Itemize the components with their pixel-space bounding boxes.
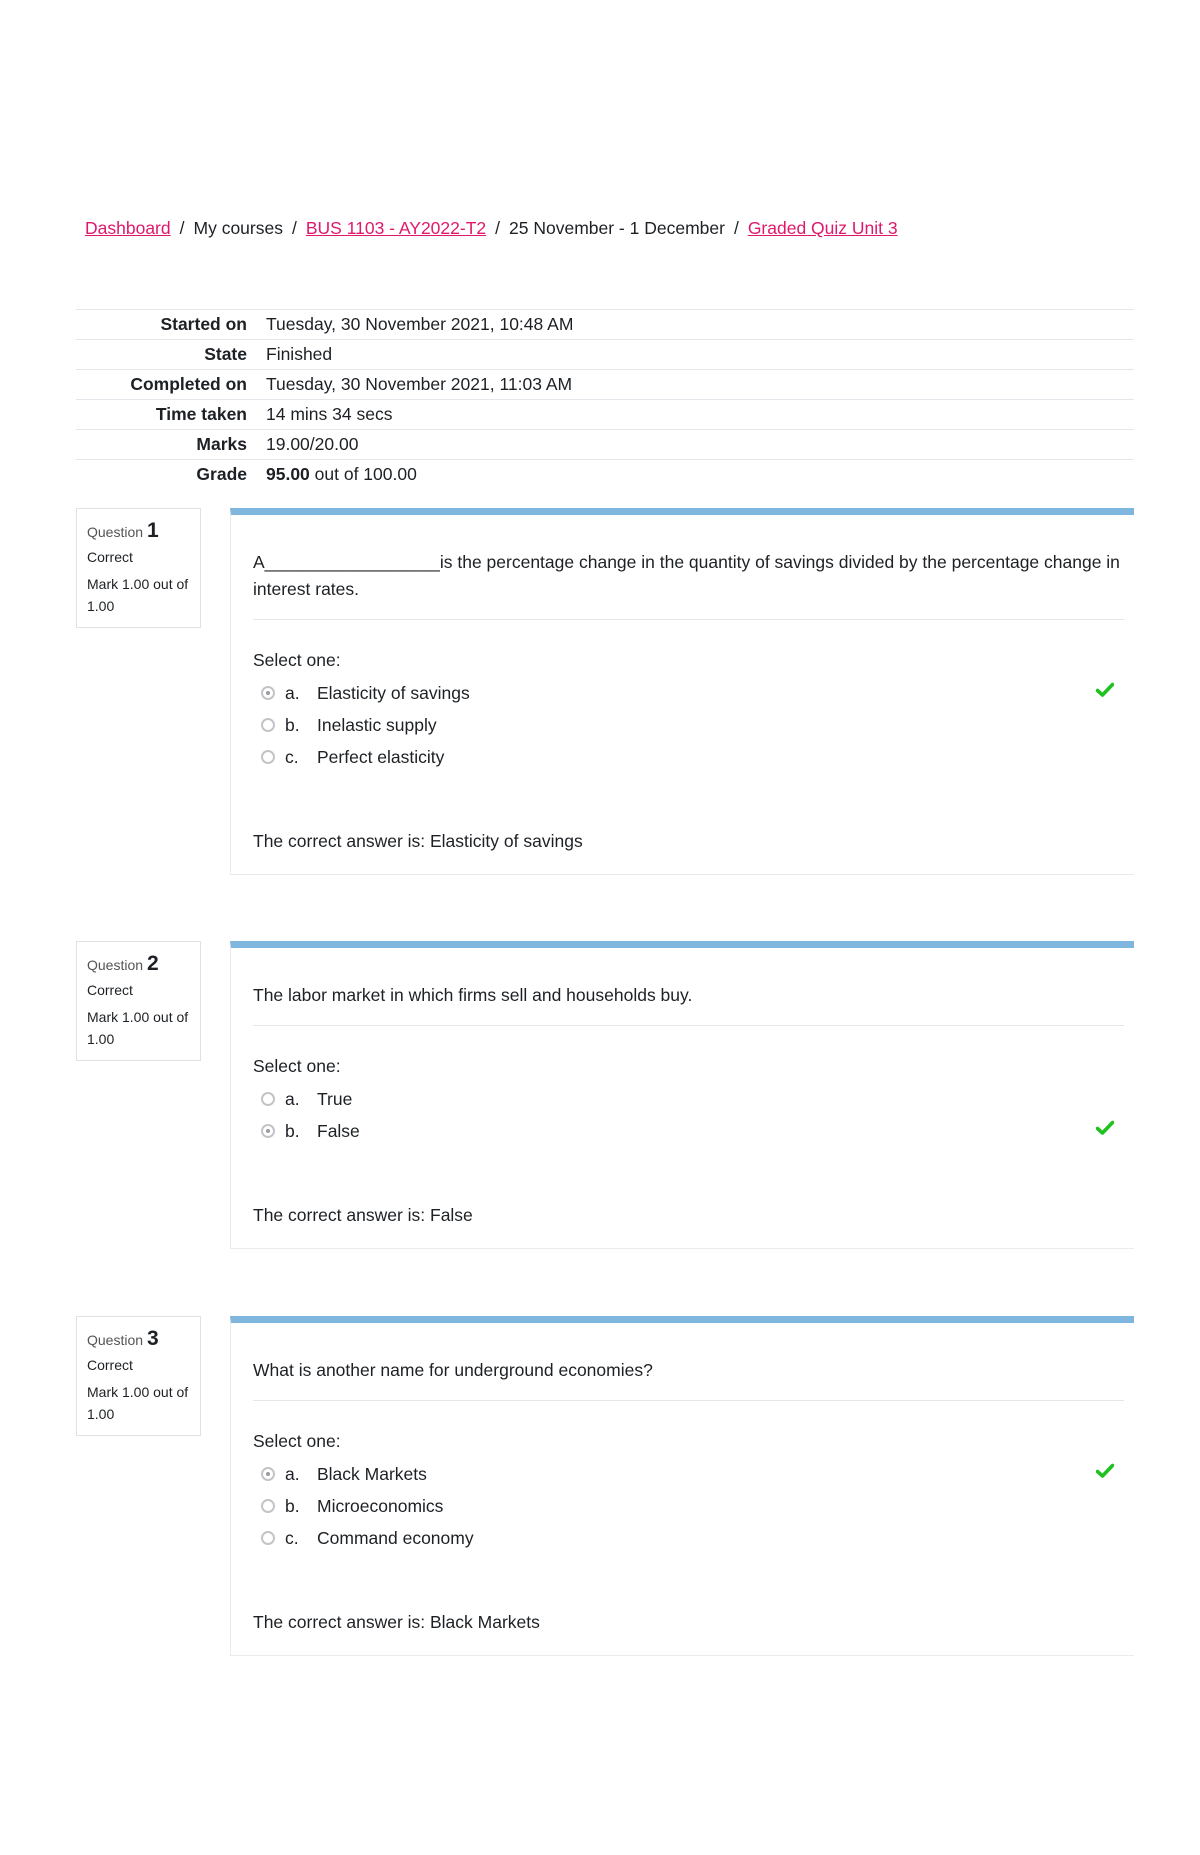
summary-row-time-taken: Time taken 14 mins 34 secs [76, 399, 1134, 430]
radio-button[interactable] [261, 1531, 275, 1545]
option-letter: b. [285, 1495, 300, 1516]
select-one-label: Select one: [253, 1056, 341, 1076]
option-letter: a. [285, 1088, 300, 1109]
radio-button[interactable] [261, 750, 275, 764]
summary-label: Grade [196, 464, 247, 485]
breadcrumb-course-link[interactable]: BUS 1103 - AY2022-T2 [306, 218, 486, 238]
question-number: Question 2 [87, 952, 200, 976]
option-letter: a. [285, 682, 300, 703]
breadcrumb-separator: / [733, 218, 739, 238]
question-number: Question 3 [87, 1327, 200, 1351]
question-number-value: 1 [146, 519, 159, 542]
answer-option[interactable]: a. Black Markets [261, 1458, 1134, 1490]
summary-value: 95.00 out of 100.00 [266, 460, 1134, 490]
question-text: The labor market in which firms sell and… [253, 982, 1124, 1026]
option-letter: a. [285, 1463, 300, 1484]
option-letter: c. [285, 746, 299, 767]
option-letter: b. [285, 714, 300, 735]
summary-value: 14 mins 34 secs [266, 404, 393, 424]
summary-value: 19.00/20.00 [266, 434, 359, 454]
radio-button[interactable] [261, 1467, 275, 1481]
summary-label: Completed on [130, 374, 247, 394]
question-number: Question 1 [87, 519, 200, 543]
question-content: What is another name for underground eco… [230, 1316, 1134, 1656]
breadcrumb-separator: / [179, 218, 185, 238]
question-grade: Mark 1.00 out of 1.00 [87, 1384, 189, 1422]
answer-options: a. Black Markets b. Microeconomics c. Command… [261, 1458, 1134, 1554]
correct-check-icon [1096, 1463, 1114, 1478]
breadcrumb-week: 25 November - 1 December [509, 218, 725, 238]
select-one-label: Select one: [253, 650, 341, 670]
question-content: The labor market in which firms sell and… [230, 941, 1134, 1249]
summary-value: Finished [266, 344, 333, 364]
radio-button[interactable] [261, 1092, 275, 1106]
breadcrumb-separator: / [495, 218, 501, 238]
answer-option[interactable]: a. True [261, 1083, 1134, 1115]
radio-button[interactable] [261, 718, 275, 732]
correct-answer-feedback: The correct answer is: Black Markets [253, 1612, 540, 1632]
option-label: Perfect elasticity [317, 746, 445, 767]
radio-button[interactable] [261, 1499, 275, 1513]
answer-option[interactable]: b. Inelastic supply [261, 709, 1134, 741]
breadcrumb-my-courses: My courses [193, 218, 283, 238]
option-label: Microeconomics [317, 1495, 444, 1516]
question-state: Correct [87, 549, 133, 565]
question-info-box: Question 1 Correct Mark 1.00 out of 1.00 [76, 508, 201, 628]
correct-check-icon [1096, 682, 1114, 697]
summary-label: Time taken [155, 404, 247, 424]
option-label: Elasticity of savings [317, 682, 470, 703]
question-number-value: 3 [146, 1327, 159, 1350]
summary-label: Started on [160, 314, 247, 334]
select-one-label: Select one: [253, 1431, 341, 1451]
question-content: A__________________is the percentage cha… [230, 508, 1134, 875]
attempt-summary-table: Started on Tuesday, 30 November 2021, 10… [76, 309, 1134, 490]
option-label: Command economy [317, 1527, 474, 1548]
summary-row-marks: Marks 19.00/20.00 [76, 429, 1134, 460]
option-letter: b. [285, 1120, 300, 1141]
question-info-box: Question 2 Correct Mark 1.00 out of 1.00 [76, 941, 201, 1061]
answer-options: a. Elasticity of savings b. Inelastic suppl… [261, 677, 1134, 773]
option-label: True [317, 1088, 353, 1109]
answer-option[interactable]: b. Microeconomics [261, 1490, 1134, 1522]
summary-row-completed-on: Completed on Tuesday, 30 November 2021, … [76, 369, 1134, 400]
correct-answer-feedback: The correct answer is: Elasticity of sav… [253, 831, 583, 851]
summary-label: Marks [196, 434, 247, 454]
question-prefix: Question [87, 524, 144, 540]
question-text: What is another name for underground eco… [253, 1357, 1124, 1401]
option-label: Black Markets [317, 1463, 427, 1484]
question-prefix: Question [87, 1332, 144, 1348]
breadcrumb: Dashboard / My courses / BUS 1103 - AY2022-T… [85, 218, 898, 239]
correct-answer-feedback: The correct answer is: False [253, 1205, 473, 1225]
question-text: A__________________is the percentage cha… [253, 549, 1124, 620]
option-label: Inelastic supply [317, 714, 437, 735]
summary-row-state: State Finished [76, 339, 1134, 370]
option-letter: c. [285, 1527, 299, 1548]
summary-row-started-on: Started on Tuesday, 30 November 2021, 10… [76, 309, 1134, 340]
grade-score: 95.00 [266, 464, 310, 485]
answer-options: a. True b. False [261, 1083, 1134, 1147]
question-number-value: 2 [146, 952, 159, 975]
summary-value: Tuesday, 30 November 2021, 11:03 AM [266, 374, 573, 394]
question-state: Correct [87, 982, 133, 998]
question-grade: Mark 1.00 out of 1.00 [87, 1009, 189, 1047]
correct-check-icon [1096, 1120, 1114, 1135]
option-label: False [317, 1120, 360, 1141]
summary-label: State [204, 344, 247, 364]
summary-row-grade: Grade 95.00 out of 100.00 [76, 459, 1134, 490]
grade-out-of: out of 100.00 [309, 464, 417, 485]
question-prefix: Question [87, 957, 144, 973]
question-info-box: Question 3 Correct Mark 1.00 out of 1.00 [76, 1316, 201, 1436]
answer-option[interactable]: a. Elasticity of savings [261, 677, 1134, 709]
summary-value: Tuesday, 30 November 2021, 10:48 AM [266, 314, 574, 334]
answer-option[interactable]: c. Perfect elasticity [261, 741, 1134, 773]
question-state: Correct [87, 1357, 133, 1373]
radio-button[interactable] [261, 686, 275, 700]
breadcrumb-separator: / [291, 218, 297, 238]
answer-option[interactable]: b. False [261, 1115, 1134, 1147]
answer-option[interactable]: c. Command economy [261, 1522, 1134, 1554]
breadcrumb-dashboard-link[interactable]: Dashboard [85, 218, 171, 238]
breadcrumb-quiz-link[interactable]: Graded Quiz Unit 3 [748, 218, 898, 238]
radio-button[interactable] [261, 1124, 275, 1138]
question-grade: Mark 1.00 out of 1.00 [87, 576, 189, 614]
